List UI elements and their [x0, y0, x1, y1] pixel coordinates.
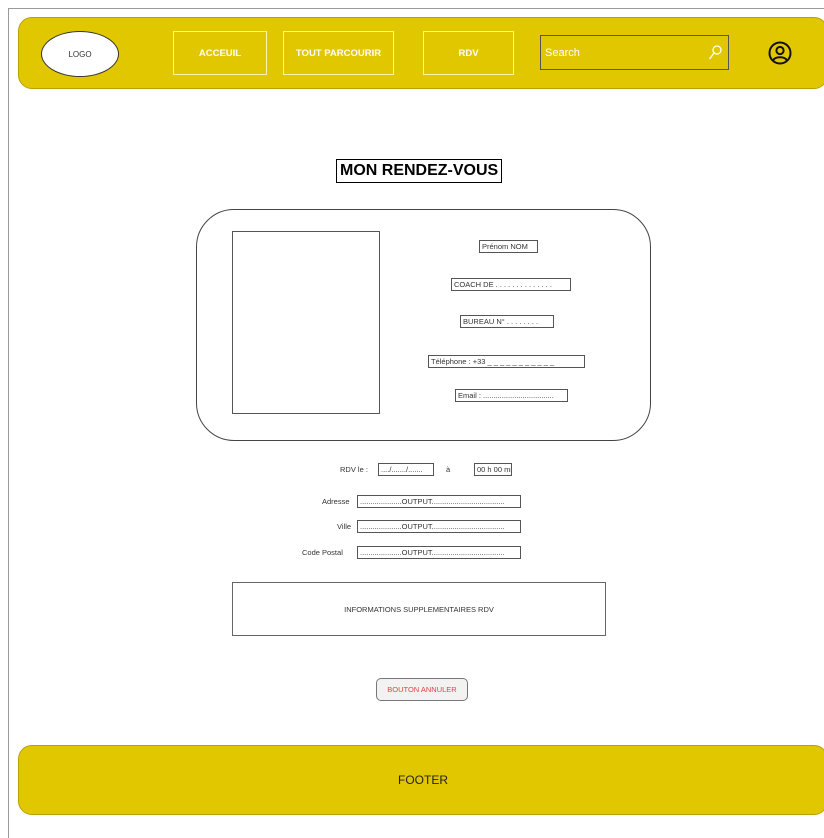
user-account-icon[interactable]	[768, 41, 792, 65]
nav-accueil-button[interactable]: ACCEUIL	[173, 31, 267, 75]
nav-rdv-button[interactable]: RDV	[423, 31, 514, 75]
date-field[interactable]: ..../......./.......	[378, 463, 434, 476]
coach-name-field: Prénom NOM	[479, 240, 538, 253]
postal-code-output: ....................OUTPUT..............…	[357, 546, 521, 559]
header-bar: LOGO ACCEUIL TOUT PARCOURIR RDV	[18, 17, 824, 89]
postal-code-label: Code Postal	[302, 548, 343, 557]
cancel-button[interactable]: BOUTON ANNULER	[376, 678, 468, 701]
coach-photo-placeholder	[232, 231, 380, 414]
nav-tout-parcourir-button[interactable]: TOUT PARCOURIR	[283, 31, 394, 75]
extra-info-box: INFORMATIONS SUPPLEMENTAIRES RDV	[232, 582, 606, 636]
search-icon[interactable]	[708, 44, 722, 62]
at-label: à	[446, 465, 451, 474]
coach-of-field: COACH DE . . . . . . . . . . . . . .	[451, 278, 571, 291]
search-input[interactable]	[541, 36, 695, 69]
date-label: RDV le :	[340, 465, 368, 474]
city-label: Ville	[337, 522, 352, 531]
address-label: Adresse	[322, 497, 350, 506]
page-title: MON RENDEZ-VOUS	[336, 159, 503, 183]
office-number-field: BUREAU N° . . . . . . . .	[460, 315, 554, 328]
address-output: ....................OUTPUT..............…	[357, 495, 521, 508]
phone-field: Téléphone : +33 _ _ _ _ _ _ _ _ _ _ _	[428, 355, 585, 368]
search-box	[540, 35, 729, 70]
email-field: Email : ................................…	[455, 389, 568, 402]
time-field[interactable]: 00 h 00 min	[474, 463, 512, 476]
logo[interactable]: LOGO	[41, 31, 119, 77]
city-output: ....................OUTPUT..............…	[357, 520, 521, 533]
footer: FOOTER	[18, 745, 824, 815]
